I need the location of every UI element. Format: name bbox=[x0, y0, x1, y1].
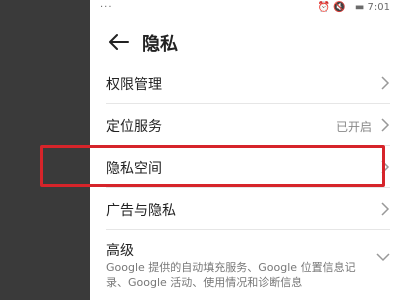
chevron-down-icon bbox=[376, 253, 390, 262]
row-permission-management[interactable]: 权限管理 bbox=[106, 62, 390, 104]
header: 隐私 bbox=[90, 22, 400, 62]
status-time: 7:01 bbox=[367, 2, 390, 13]
row-label: 广告与隐私 bbox=[106, 203, 176, 219]
advanced-description: Google 提供的自动填充服务、Google 位置信息记录、Google 活动… bbox=[106, 261, 356, 289]
back-arrow-icon[interactable] bbox=[104, 28, 132, 56]
row-ads-privacy[interactable]: 广告与隐私 bbox=[106, 188, 390, 230]
chevron-right-icon bbox=[381, 76, 390, 90]
chevron-right-icon bbox=[381, 118, 390, 132]
chevron-right-icon bbox=[381, 202, 390, 216]
location-status: 已开启 bbox=[335, 120, 372, 134]
row-advanced[interactable]: 高级 Google 提供的自动填充服务、Google 位置信息记录、Google… bbox=[106, 230, 390, 290]
row-label: 定位服务 bbox=[106, 119, 162, 135]
row-location-service[interactable]: 定位服务 已开启 bbox=[106, 104, 390, 146]
status-bar: ··· ⏰ 🔇 ▬ 7:01 bbox=[90, 0, 400, 16]
status-right: ⏰ 🔇 ▬ 7:01 bbox=[318, 2, 390, 13]
alarm-vibrate-icons: ⏰ 🔇 bbox=[317, 2, 346, 13]
battery-icon: ▬ bbox=[354, 2, 365, 13]
row-label: 权限管理 bbox=[106, 77, 162, 93]
highlight-box bbox=[40, 145, 385, 187]
page-title: 隐私 bbox=[142, 34, 178, 55]
advanced-title: 高级 bbox=[106, 243, 134, 259]
signal-indicator: ··· bbox=[100, 2, 113, 13]
